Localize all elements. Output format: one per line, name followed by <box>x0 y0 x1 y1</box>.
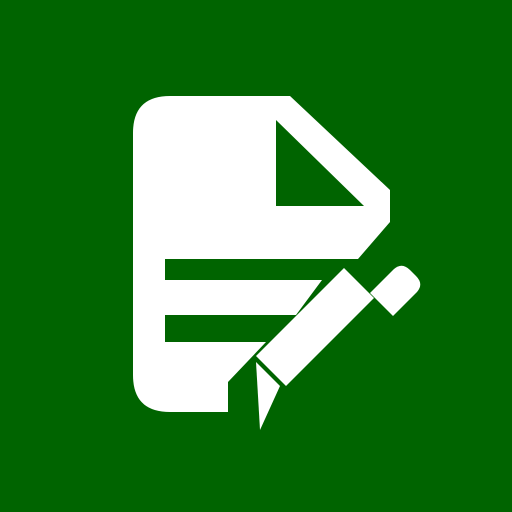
document-edit-icon <box>0 0 512 512</box>
